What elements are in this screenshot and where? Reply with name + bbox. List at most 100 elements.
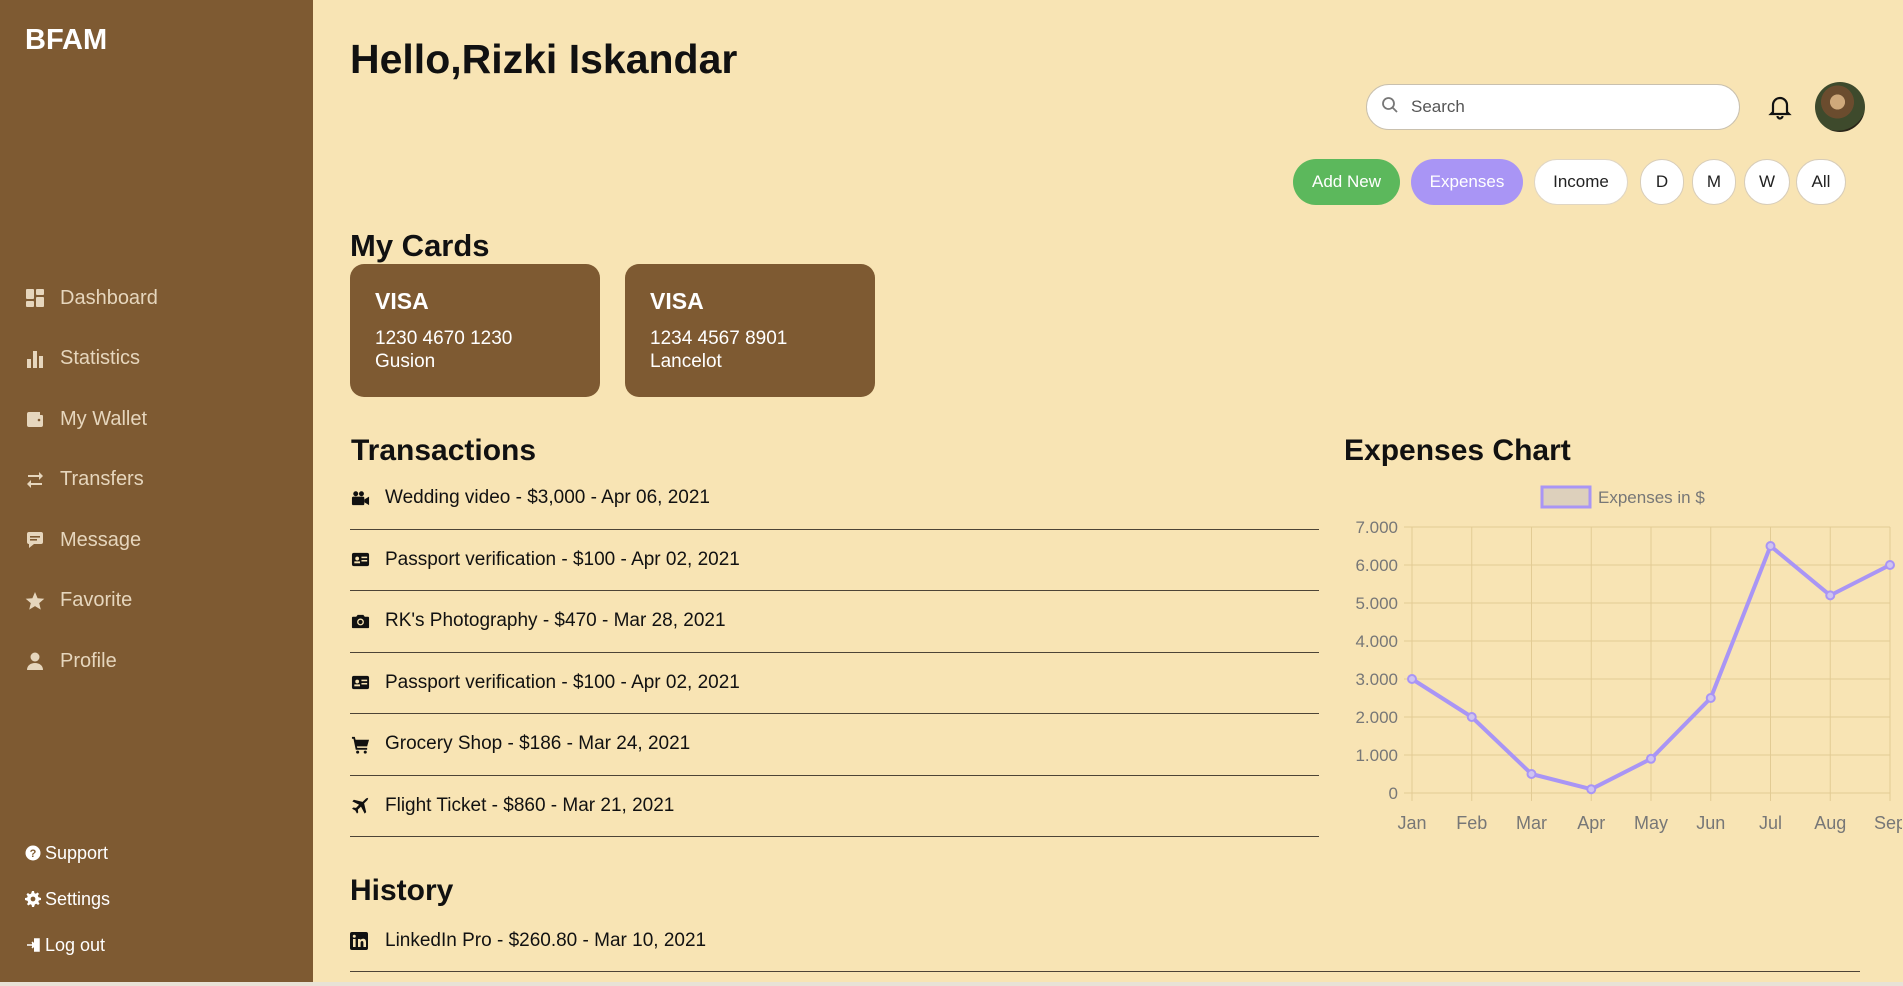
x-tick-label: Aug [1814,813,1846,833]
sidebar-item-label: Message [60,528,142,551]
data-point [1705,693,1716,703]
y-tick-label: 2.000 [1355,708,1398,727]
data-point [1526,769,1537,779]
sidebar-item-label: Transfers [60,468,144,491]
support-link[interactable]: ? Support [25,830,110,876]
x-tick-label: Jan [1397,813,1426,833]
camera-icon [350,611,370,631]
transaction-text: Grocery Shop - $186 - Mar 24, 2021 [385,733,691,755]
y-tick-label: 1.000 [1355,746,1398,765]
sidebar-item-favorite[interactable]: Favorite [25,571,158,632]
card-item[interactable]: VISA 1230 4670 1230 Gusion [350,264,600,397]
filter-month-button[interactable]: M [1692,159,1736,205]
avatar[interactable] [1815,82,1865,132]
brand-logo: BFAM [25,24,108,56]
y-tick-label: 0 [1389,784,1398,803]
dashboard-icon [25,288,45,308]
sidebar-item-transfers[interactable]: Transfers [25,450,158,511]
logout-link[interactable]: Log out [25,922,110,968]
sidebar-item-label: My Wallet [60,407,148,430]
sidebar-nav: Dashboard Statistics My Wallet Transfers… [25,268,158,692]
notification-bell-icon[interactable] [1765,92,1795,122]
list-item[interactable]: Passport verification - $100 - Apr 02, 2… [350,530,1319,591]
x-tick-label: Jun [1696,813,1725,833]
card-holder: Gusion [375,351,436,372]
sidebar-item-dashboard[interactable]: Dashboard [25,268,158,329]
y-tick-label: 6.000 [1355,556,1398,575]
svg-text:?: ? [30,848,37,860]
bar-chart-icon [25,349,45,369]
settings-label: Settings [45,888,111,909]
filter-week-button[interactable]: W [1744,159,1790,205]
cards-title: My Cards [350,228,490,263]
plane-icon [350,796,370,816]
search-icon [1381,96,1399,119]
y-tick-label: 4.000 [1355,632,1398,651]
list-item[interactable]: Wedding video - $3,000 - Apr 06, 2021 [350,468,1319,530]
add-new-button[interactable]: Add New [1293,159,1400,205]
expenses-chart: 0 1.000 2.000 3.000 4.000 5.000 6.000 7.000 Jan F… [1342,475,1903,855]
page-title: Hello,Rizki Iskandar [350,36,738,82]
search-bar[interactable] [1366,84,1740,130]
legend-swatch [1540,485,1592,509]
transaction-text: Passport verification - $100 - Apr 02, 2… [385,548,740,570]
help-icon: ? [25,845,41,861]
card-item[interactable]: VISA 1234 4567 8901 Lancelot [625,264,875,397]
transaction-text: Passport verification - $100 - Apr 02, 2… [385,671,740,693]
star-icon [25,591,45,611]
list-item[interactable]: Grocery Shop - $186 - Mar 24, 2021 [350,714,1319,776]
legend-label: Expenses in $ [1598,488,1705,507]
x-tick-label: Jul [1759,813,1782,833]
user-icon [25,651,45,671]
gear-icon [25,891,41,907]
data-point [1586,784,1597,795]
list-item[interactable]: RK's Photography - $470 - Mar 28, 2021 [350,591,1319,653]
x-tick-label: Sep [1874,813,1902,833]
income-button[interactable]: Income [1534,159,1628,205]
bottom-scrollbar[interactable] [0,982,1903,986]
sidebar-item-label: Profile [60,649,117,672]
data-point [1765,541,1776,551]
filter-all-button[interactable]: All [1796,159,1846,205]
transactions-list: Wedding video - $3,000 - Apr 06, 2021 Pa… [350,468,1319,837]
sidebar-item-label: Favorite [60,589,133,612]
card-number: 1234 4567 8901 [650,328,788,349]
list-item[interactable]: LinkedIn Pro - $260.80 - Mar 10, 2021 [350,911,1860,972]
id-card-icon [350,550,370,570]
expenses-button[interactable]: Expenses [1411,159,1523,205]
y-tick-label: 5.000 [1355,594,1398,613]
data-point [1825,590,1836,601]
list-item[interactable]: Flight Ticket - $860 - Mar 21, 2021 [350,776,1319,837]
cart-icon [350,734,370,754]
search-input[interactable] [1409,96,1713,118]
sidebar-item-statistics[interactable]: Statistics [25,329,158,390]
card-number: 1230 4670 1230 [375,328,513,349]
x-tick-label: Mar [1516,813,1547,833]
transactions-title: Transactions [351,434,537,467]
history-list: LinkedIn Pro - $260.80 - Mar 10, 2021 [350,911,1860,972]
data-point [1466,712,1477,722]
sidebar-item-message[interactable]: Message [25,510,158,571]
x-tick-label: Feb [1456,813,1487,833]
transfer-icon [25,470,45,490]
sidebar-item-my-wallet[interactable]: My Wallet [25,389,158,450]
x-tick-label: May [1634,813,1668,833]
list-item[interactable]: Passport verification - $100 - Apr 02, 2… [350,653,1319,714]
chart-title: Expenses Chart [1344,434,1571,467]
sidebar-item-profile[interactable]: Profile [25,631,158,692]
card-holder: Lancelot [650,351,722,372]
settings-link[interactable]: Settings [25,876,110,922]
linkedin-icon [350,931,370,951]
x-tick-label: Apr [1577,813,1605,833]
filter-day-button[interactable]: D [1640,159,1684,205]
sidebar-item-label: Statistics [60,347,141,370]
data-point [1885,560,1895,570]
history-text: LinkedIn Pro - $260.80 - Mar 10, 2021 [385,930,707,951]
y-tick-label: 3.000 [1355,670,1398,689]
y-tick-label: 7.000 [1355,518,1398,537]
transaction-text: RK's Photography - $470 - Mar 28, 2021 [385,610,726,632]
history-title: History [350,874,454,907]
id-card-icon [350,673,370,693]
logout-label: Log out [45,934,106,955]
logout-icon [25,937,41,953]
